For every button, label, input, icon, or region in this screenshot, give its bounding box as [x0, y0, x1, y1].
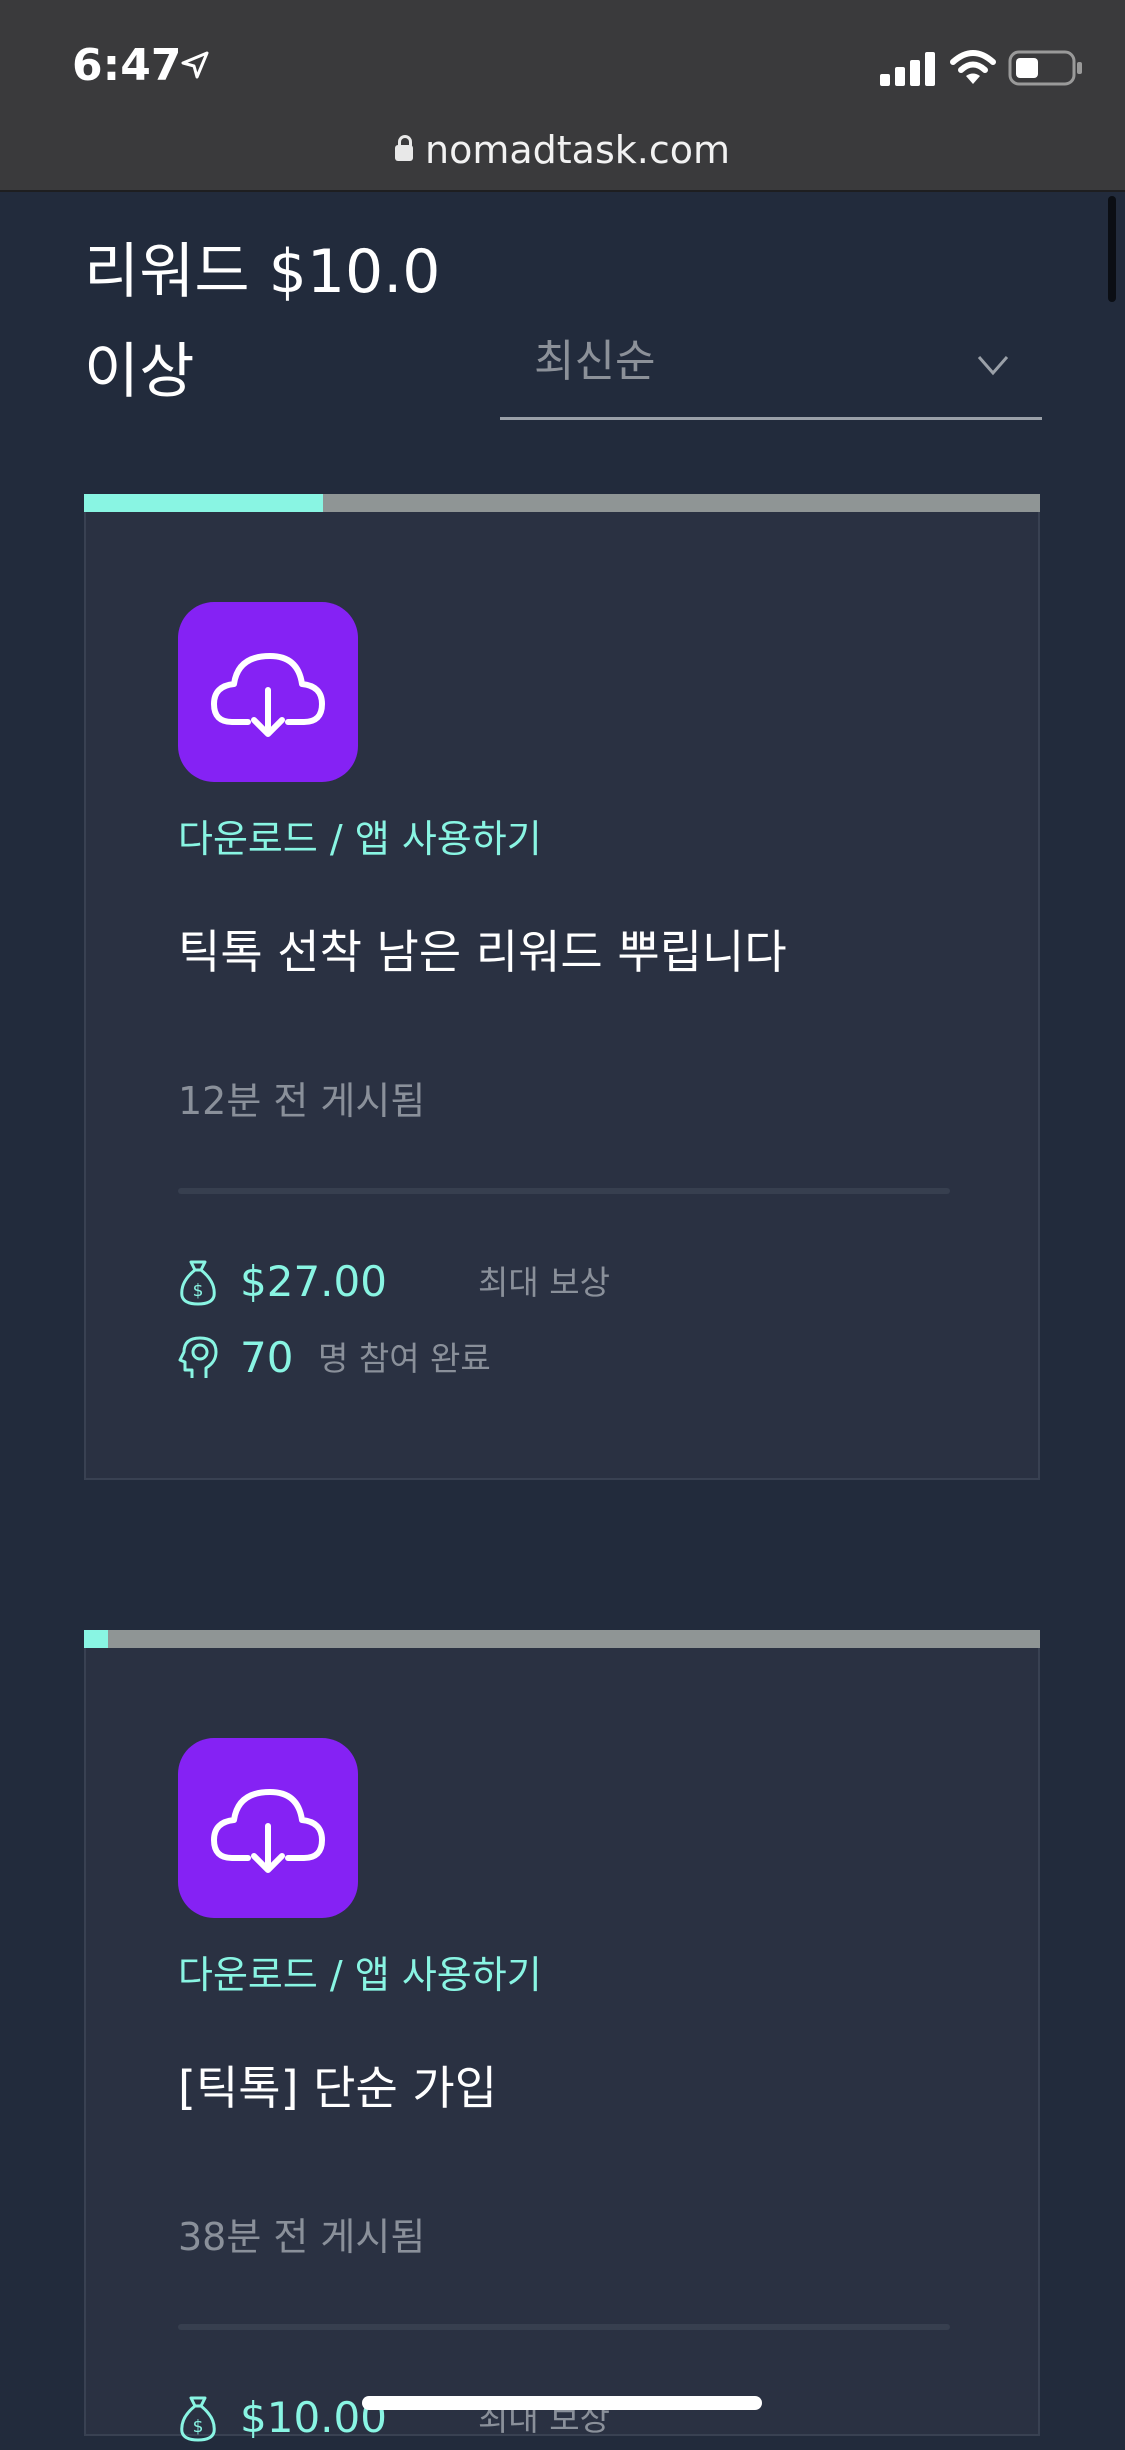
- browser-status-bar: 6:47 nomadtask.com: [0, 0, 1125, 192]
- task-progress-fill: [84, 1630, 108, 1648]
- cloud-download-icon: [211, 1789, 325, 1873]
- money-bag-icon: $: [180, 1260, 216, 1306]
- task-posted-time: 38분 전 게시됨: [178, 2215, 426, 2259]
- wifi-icon: [950, 50, 996, 84]
- svg-text:$: $: [193, 2417, 204, 2437]
- location-arrow-icon: [181, 51, 209, 79]
- task-progress-bar: [84, 1630, 1040, 1648]
- cloud-download-icon: [211, 653, 325, 737]
- reward-value: $27.00: [240, 1257, 387, 1306]
- task-title[interactable]: [틱톡] 단순 가입: [178, 2052, 497, 2118]
- lock-icon: [395, 135, 413, 161]
- card-divider: [178, 1188, 950, 1194]
- card-divider: [178, 2324, 950, 2330]
- task-app-icon: [178, 602, 358, 782]
- task-title[interactable]: 틱톡 선착 남은 리워드 뿌립니다: [178, 916, 787, 982]
- task-category: 다운로드 / 앱 사용하기: [178, 1953, 542, 1997]
- sort-selected-value: 최신순: [534, 336, 656, 387]
- reward-label: 최대 보상: [478, 1263, 610, 1302]
- scrollbar-thumb[interactable]: [1108, 196, 1116, 302]
- cellular-signal-icon: [880, 52, 935, 86]
- svg-text:$: $: [193, 1281, 204, 1301]
- task-progress-bar: [84, 494, 1040, 512]
- head-brain-icon: [178, 1336, 218, 1378]
- task-progress-fill: [84, 494, 323, 512]
- battery-icon: [1008, 50, 1082, 86]
- task-category: 다운로드 / 앱 사용하기: [178, 817, 542, 861]
- task-card[interactable]: 다운로드 / 앱 사용하기 [틱톡] 단순 가입 38분 전 게시됨 $ $10…: [84, 1648, 1040, 2442]
- reward-filter-title: 리워드 $10.0 이상: [84, 237, 441, 407]
- chevron-down-icon: [977, 356, 1009, 376]
- task-app-icon: [178, 1738, 358, 1918]
- address-bar[interactable]: nomadtask.com: [0, 128, 1125, 172]
- task-posted-time: 12분 전 게시됨: [178, 1079, 426, 1123]
- participants-label: 명 참여 완료: [318, 1339, 491, 1378]
- participants-value: 70: [240, 1333, 294, 1382]
- sort-dropdown[interactable]: 최신순: [500, 325, 1042, 420]
- address-url: nomadtask.com: [425, 128, 730, 172]
- status-time: 6:47: [72, 40, 182, 91]
- money-bag-icon: $: [180, 2396, 216, 2442]
- task-card[interactable]: 다운로드 / 앱 사용하기 틱톡 선착 남은 리워드 뿌립니다 12분 전 게시…: [84, 512, 1040, 1480]
- home-indicator: [362, 2396, 762, 2410]
